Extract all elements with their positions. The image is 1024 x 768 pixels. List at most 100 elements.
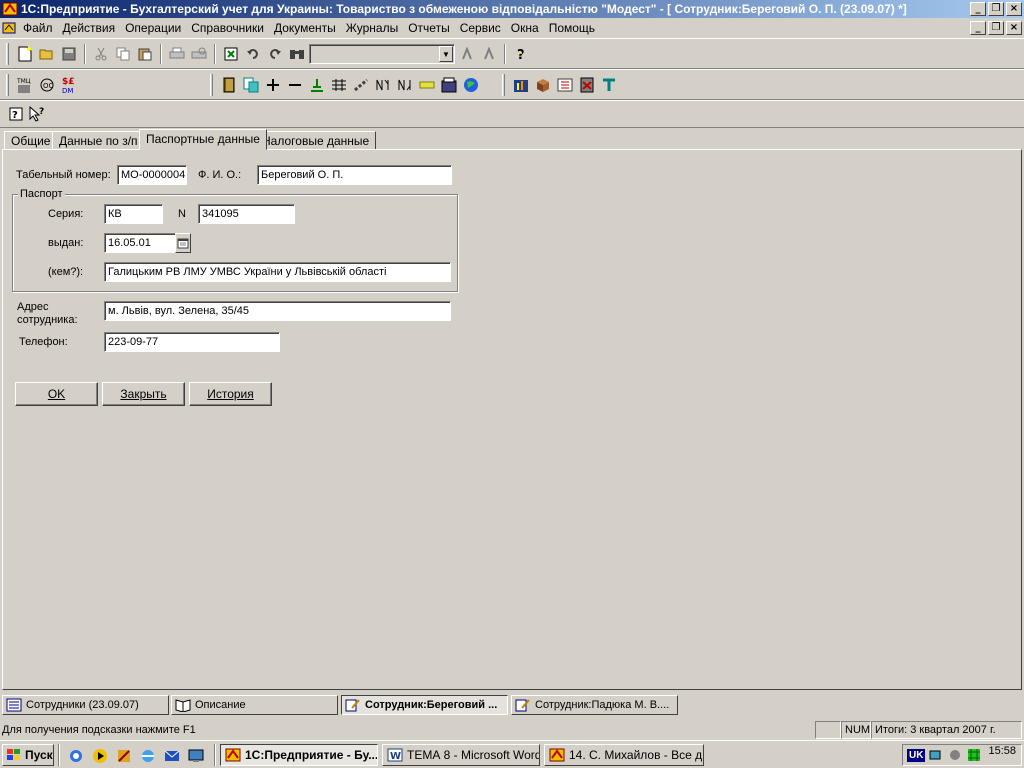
1c-icon <box>549 748 565 762</box>
network-icon[interactable] <box>928 745 944 765</box>
antivirus-icon[interactable] <box>966 745 982 765</box>
taskbar-button-1c[interactable]: 1С:Предприятие - Бу... <box>220 744 378 766</box>
outlook-icon[interactable] <box>162 746 182 766</box>
svg-text:W: W <box>390 751 401 762</box>
menu-journals[interactable]: Журналы <box>341 21 403 35</box>
find-icon[interactable] <box>287 44 307 64</box>
tool-icon[interactable] <box>599 75 619 95</box>
restore-button[interactable]: ❐ <box>988 2 1004 16</box>
help-topic-icon[interactable]: ? <box>6 104 26 124</box>
start-button[interactable]: Пуск <box>2 744 54 766</box>
properties-icon[interactable] <box>221 44 241 64</box>
close-button[interactable]: × <box>1006 2 1022 16</box>
add-icon[interactable] <box>263 75 283 95</box>
ie-quick-icon[interactable] <box>138 746 158 766</box>
history-button[interactable]: История <box>189 382 272 406</box>
tab-tax-data[interactable]: Налоговые данные <box>255 131 377 150</box>
book-icon[interactable] <box>219 75 239 95</box>
menu-help[interactable]: Помощь <box>544 21 600 35</box>
document-icon[interactable] <box>2 21 16 35</box>
window-tab-employee-padyuka[interactable]: Сотрудник:Падюка М. В.... <box>511 695 678 715</box>
series-field[interactable]: КВ <box>104 204 163 224</box>
close-form-button[interactable]: Закрыть <box>102 382 185 406</box>
save-icon[interactable] <box>59 44 79 64</box>
search-combo[interactable]: ▼ <box>309 44 455 64</box>
address-field[interactable]: м. Львів, вул. Зелена, 35/45 <box>104 301 451 321</box>
find-next-icon[interactable] <box>457 44 477 64</box>
calendar-button[interactable] <box>175 233 191 253</box>
media-player-icon[interactable] <box>90 746 110 766</box>
passport-number-field[interactable]: 341095 <box>198 204 295 224</box>
minimize-button[interactable]: _ <box>970 2 986 16</box>
paste-icon[interactable] <box>135 44 155 64</box>
find-prev-icon[interactable] <box>479 44 499 64</box>
insert-line-icon[interactable] <box>307 75 327 95</box>
1c-icon <box>225 748 241 762</box>
menu-actions[interactable]: Действия <box>58 21 121 35</box>
menu-reports[interactable]: Отчеты <box>403 21 454 35</box>
tab-number-field[interactable]: МО-0000004 <box>117 165 187 185</box>
copy-document-icon[interactable] <box>241 75 261 95</box>
whats-this-icon[interactable]: ? <box>28 104 48 124</box>
ie-icon[interactable] <box>66 746 86 766</box>
window-tab-label: Описание <box>195 699 246 711</box>
money-icon[interactable] <box>417 75 437 95</box>
chart-book-icon[interactable] <box>511 75 531 95</box>
menu-bar: Файл Действия Операции Справочники Докум… <box>0 18 1024 38</box>
chevron-down-icon[interactable]: ▼ <box>439 46 453 62</box>
register-icon[interactable] <box>555 75 575 95</box>
issued-by-label: (кем?): <box>48 266 84 278</box>
fio-label: Ф. И. О.: <box>198 169 242 181</box>
mdi-restore-button[interactable]: ❐ <box>988 21 1004 35</box>
box-icon[interactable] <box>533 75 553 95</box>
title-bar: 1С:Предприятие - Бухгалтерский учет для … <box>0 0 1024 18</box>
menu-references[interactable]: Справочники <box>186 21 269 35</box>
desktop-icon[interactable] <box>186 746 206 766</box>
tab-salary-data[interactable]: Данные по з/п <box>52 131 145 150</box>
issued-date-field[interactable]: 16.05.01 <box>104 233 176 253</box>
sort-down-icon[interactable] <box>395 75 415 95</box>
table-icon[interactable] <box>329 75 349 95</box>
tab-passport-data[interactable]: Паспортные данные <box>139 129 267 150</box>
copy-icon[interactable] <box>113 44 133 64</box>
menu-operations[interactable]: Операции <box>120 21 186 35</box>
tab-general[interactable]: Общие <box>4 131 58 150</box>
window-tab-employees[interactable]: Сотрудники (23.09.07) <box>2 695 169 715</box>
help-icon[interactable]: ? <box>511 44 531 64</box>
remove-icon[interactable] <box>285 75 305 95</box>
globe-icon[interactable] <box>461 75 481 95</box>
sort-up-icon[interactable] <box>373 75 393 95</box>
volume-icon[interactable] <box>947 745 963 765</box>
svg-text:$£: $£ <box>62 77 75 87</box>
language-indicator[interactable]: UK <box>907 748 926 762</box>
menu-file[interactable]: Файл <box>18 21 58 35</box>
cut-icon[interactable] <box>91 44 111 64</box>
taskbar-button-mikhailov[interactable]: 14. С. Михайлов - Все д... <box>544 744 704 766</box>
window-tab-label: Сотрудник:Падюка М. В.... <box>535 699 670 711</box>
ok-button[interactable]: OK <box>15 382 98 406</box>
print-preview-icon[interactable] <box>189 44 209 64</box>
link-icon[interactable] <box>351 75 371 95</box>
phone-field[interactable]: 223-09-77 <box>104 332 280 352</box>
menu-windows[interactable]: Окна <box>506 21 544 35</box>
1c-launcher-icon[interactable] <box>114 746 134 766</box>
redo-icon[interactable] <box>265 44 285 64</box>
issued-by-field[interactable]: Галицьким РВ ЛМУ УМВС України у Львівськ… <box>104 262 451 282</box>
new-icon[interactable] <box>15 44 35 64</box>
open-icon[interactable] <box>37 44 57 64</box>
cashbox-icon[interactable] <box>439 75 459 95</box>
fio-field[interactable]: Береговий О. П. <box>257 165 452 185</box>
tmc-icon[interactable]: ТМЦ <box>15 75 35 95</box>
undo-icon[interactable] <box>243 44 263 64</box>
dm-icon[interactable]: $£ DM <box>59 75 79 95</box>
mdi-close-button[interactable]: × <box>1006 21 1022 35</box>
menu-documents[interactable]: Документы <box>269 21 341 35</box>
os-icon[interactable]: ОС <box>37 75 57 95</box>
window-tab-description[interactable]: Описание <box>171 695 338 715</box>
mdi-minimize-button[interactable]: _ <box>970 21 986 35</box>
print-icon[interactable] <box>167 44 187 64</box>
menu-service[interactable]: Сервис <box>455 21 506 35</box>
calc-icon[interactable] <box>577 75 597 95</box>
window-tab-employee-beregovy[interactable]: Сотрудник:Береговий ... <box>341 695 508 715</box>
taskbar-button-word[interactable]: W ТЕМА 8 - Microsoft Word <box>382 744 540 766</box>
